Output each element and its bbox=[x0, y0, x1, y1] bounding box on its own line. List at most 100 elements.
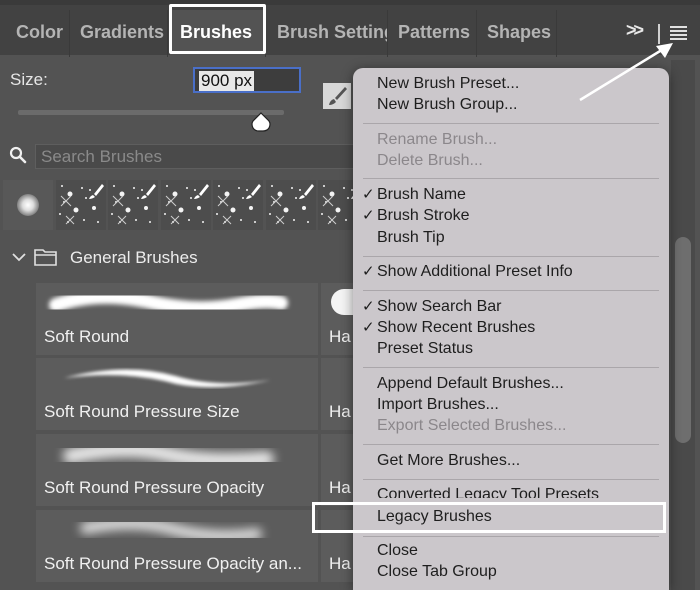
tab-shapes[interactable]: Shapes bbox=[477, 10, 557, 57]
chevron-down-icon[interactable] bbox=[12, 251, 26, 263]
sparkle-dot bbox=[347, 197, 349, 199]
menu-item-brush-name[interactable]: ✓ Brush Name bbox=[362, 185, 466, 205]
sparkle-dot bbox=[242, 197, 244, 199]
size-label: Size: bbox=[10, 70, 48, 89]
brush-name: Soft Round Pressure Opacity bbox=[44, 478, 265, 497]
sparkle-dot bbox=[113, 185, 115, 187]
sparkle-dot bbox=[81, 187, 83, 189]
menu-item-close-tab-group[interactable]: Close Tab Group bbox=[377, 562, 497, 582]
checkmark-icon: ✓ bbox=[362, 298, 375, 315]
sparkle-dot bbox=[85, 197, 87, 199]
sparkle-brush-preview bbox=[164, 184, 209, 225]
menu-item-brush-stroke[interactable]: ✓ Brush Stroke bbox=[362, 206, 469, 226]
size-input[interactable]: 900 px bbox=[193, 67, 301, 93]
sparkle-brush-preview bbox=[216, 184, 261, 225]
menu-item-new-brush-group[interactable]: New Brush Group... bbox=[377, 95, 518, 115]
size-slider[interactable] bbox=[18, 110, 284, 115]
brushes-panel-flyout-menu: New Brush Preset... New Brush Group... R… bbox=[353, 68, 669, 590]
brush-group-general[interactable]: General Brushes bbox=[0, 240, 360, 278]
recent-brush-sparkle[interactable] bbox=[161, 180, 211, 230]
paintbrush-icon bbox=[329, 87, 347, 105]
sparkle-dot bbox=[125, 207, 131, 213]
sparkle-dot bbox=[218, 185, 220, 187]
brush-stroke-preview bbox=[49, 289, 288, 316]
sparkle-dot bbox=[172, 191, 178, 197]
sparkle-dot bbox=[119, 191, 125, 197]
sparkle-dot bbox=[254, 221, 256, 223]
sparkle-dot bbox=[190, 197, 192, 199]
recent-brush-sparkle[interactable] bbox=[56, 180, 106, 230]
sparkle-dot bbox=[164, 213, 166, 215]
sparkle-dot bbox=[271, 185, 273, 187]
menu-item-close[interactable]: Close bbox=[377, 541, 418, 561]
brush-item[interactable]: Soft Round Pressure Opacity an... bbox=[36, 510, 318, 582]
sparkle-dot bbox=[238, 187, 240, 189]
paintbrush-icon bbox=[194, 184, 209, 199]
sparkle-dot bbox=[149, 221, 151, 223]
sparkle-brush-preview bbox=[111, 184, 156, 225]
brush-stroke-preview bbox=[64, 369, 271, 388]
menu-item-converted-legacy-tool-presets[interactable]: Converted Legacy Tool Presets bbox=[377, 485, 599, 498]
sparkle-dot bbox=[135, 219, 137, 221]
size-value: 900 px bbox=[199, 71, 255, 91]
sparkle-dot bbox=[83, 219, 85, 221]
menu-item-show-search-bar[interactable]: ✓ Show Search Bar bbox=[362, 297, 502, 317]
sparkle-dot bbox=[67, 191, 73, 197]
recent-brush-soft-round[interactable] bbox=[3, 180, 53, 230]
menu-item-append-default-brushes[interactable]: Append Default Brushes... bbox=[377, 374, 564, 394]
sparkle-dot bbox=[291, 187, 293, 189]
recent-brush-sparkle[interactable] bbox=[266, 180, 316, 230]
search-brushes-input[interactable]: Search Brushes bbox=[35, 144, 355, 169]
menu-item-get-more-brushes[interactable]: Get More Brushes... bbox=[377, 451, 520, 471]
brush-stroke-preview bbox=[80, 517, 262, 543]
menu-item-show-additional-preset-info[interactable]: ✓ Show Additional Preset Info bbox=[362, 262, 573, 282]
menu-item-new-brush-preset[interactable]: New Brush Preset... bbox=[377, 74, 519, 94]
brush-stroke-preview bbox=[63, 441, 274, 469]
tab-brushes[interactable]: Brushes bbox=[170, 10, 266, 57]
menu-item-delete-brush: Delete Brush... bbox=[377, 152, 483, 169]
sparkle-dot bbox=[345, 219, 347, 221]
paintbrush-icon bbox=[89, 184, 104, 199]
sparkle-dot bbox=[323, 185, 325, 187]
sparkle-dot bbox=[216, 213, 218, 215]
scrollbar-thumb[interactable] bbox=[675, 237, 691, 443]
tab-divider bbox=[658, 24, 660, 44]
menu-item-preset-status[interactable]: Preset Status bbox=[377, 339, 473, 359]
menu-separator bbox=[363, 123, 659, 124]
brush-name: Ha bbox=[329, 402, 351, 421]
menu-item-legacy-brushes[interactable]: Legacy Brushes bbox=[377, 507, 492, 527]
sparkle-dot bbox=[293, 219, 295, 221]
menu-separator bbox=[363, 178, 659, 179]
tab-color[interactable]: Color bbox=[6, 10, 70, 57]
sparkle-dot bbox=[202, 221, 204, 223]
recent-brush-sparkle[interactable] bbox=[213, 180, 263, 230]
brush-item[interactable]: Soft Round Pressure Size bbox=[36, 358, 318, 430]
menu-item-rename-brush: Rename Brush... bbox=[377, 131, 498, 148]
recent-brush-sparkle[interactable] bbox=[108, 180, 158, 230]
menu-item-show-recent-brushes[interactable]: ✓ Show Recent Brushes bbox=[362, 318, 535, 338]
brush-name: Soft Round Pressure Opacity an... bbox=[44, 554, 302, 573]
brush-item[interactable]: Soft Round bbox=[36, 283, 318, 355]
tab-brush-settings[interactable]: Brush Settings bbox=[267, 10, 388, 57]
tab-patterns[interactable]: Patterns bbox=[388, 10, 477, 57]
menu-separator bbox=[363, 479, 659, 480]
sparkle-dot bbox=[92, 206, 96, 210]
sparkle-dot bbox=[186, 187, 188, 189]
size-slider-thumb[interactable] bbox=[251, 112, 271, 132]
tab-gradients[interactable]: Gradients bbox=[70, 10, 168, 57]
sparkle-dot bbox=[137, 197, 139, 199]
double-chevron-right-icon[interactable]: >> bbox=[626, 20, 644, 41]
hamburger-menu-icon[interactable] bbox=[670, 26, 687, 40]
menu-separator bbox=[363, 290, 659, 291]
brush-item[interactable]: Soft Round Pressure Opacity bbox=[36, 434, 318, 506]
brushes-panel: Color Gradients Brushes Brush Settings P… bbox=[0, 0, 700, 590]
menu-separator bbox=[363, 367, 659, 368]
menu-item-import-brushes[interactable]: Import Brushes... bbox=[377, 395, 499, 415]
menu-item-brush-tip[interactable]: Brush Tip bbox=[377, 228, 445, 248]
brush-tool-button[interactable] bbox=[323, 83, 351, 109]
sparkle-dot bbox=[188, 219, 190, 221]
sparkle-dot bbox=[73, 207, 79, 213]
sparkle-dot bbox=[197, 206, 201, 210]
sparkle-dot bbox=[194, 189, 196, 191]
paintbrush-icon bbox=[246, 184, 261, 199]
